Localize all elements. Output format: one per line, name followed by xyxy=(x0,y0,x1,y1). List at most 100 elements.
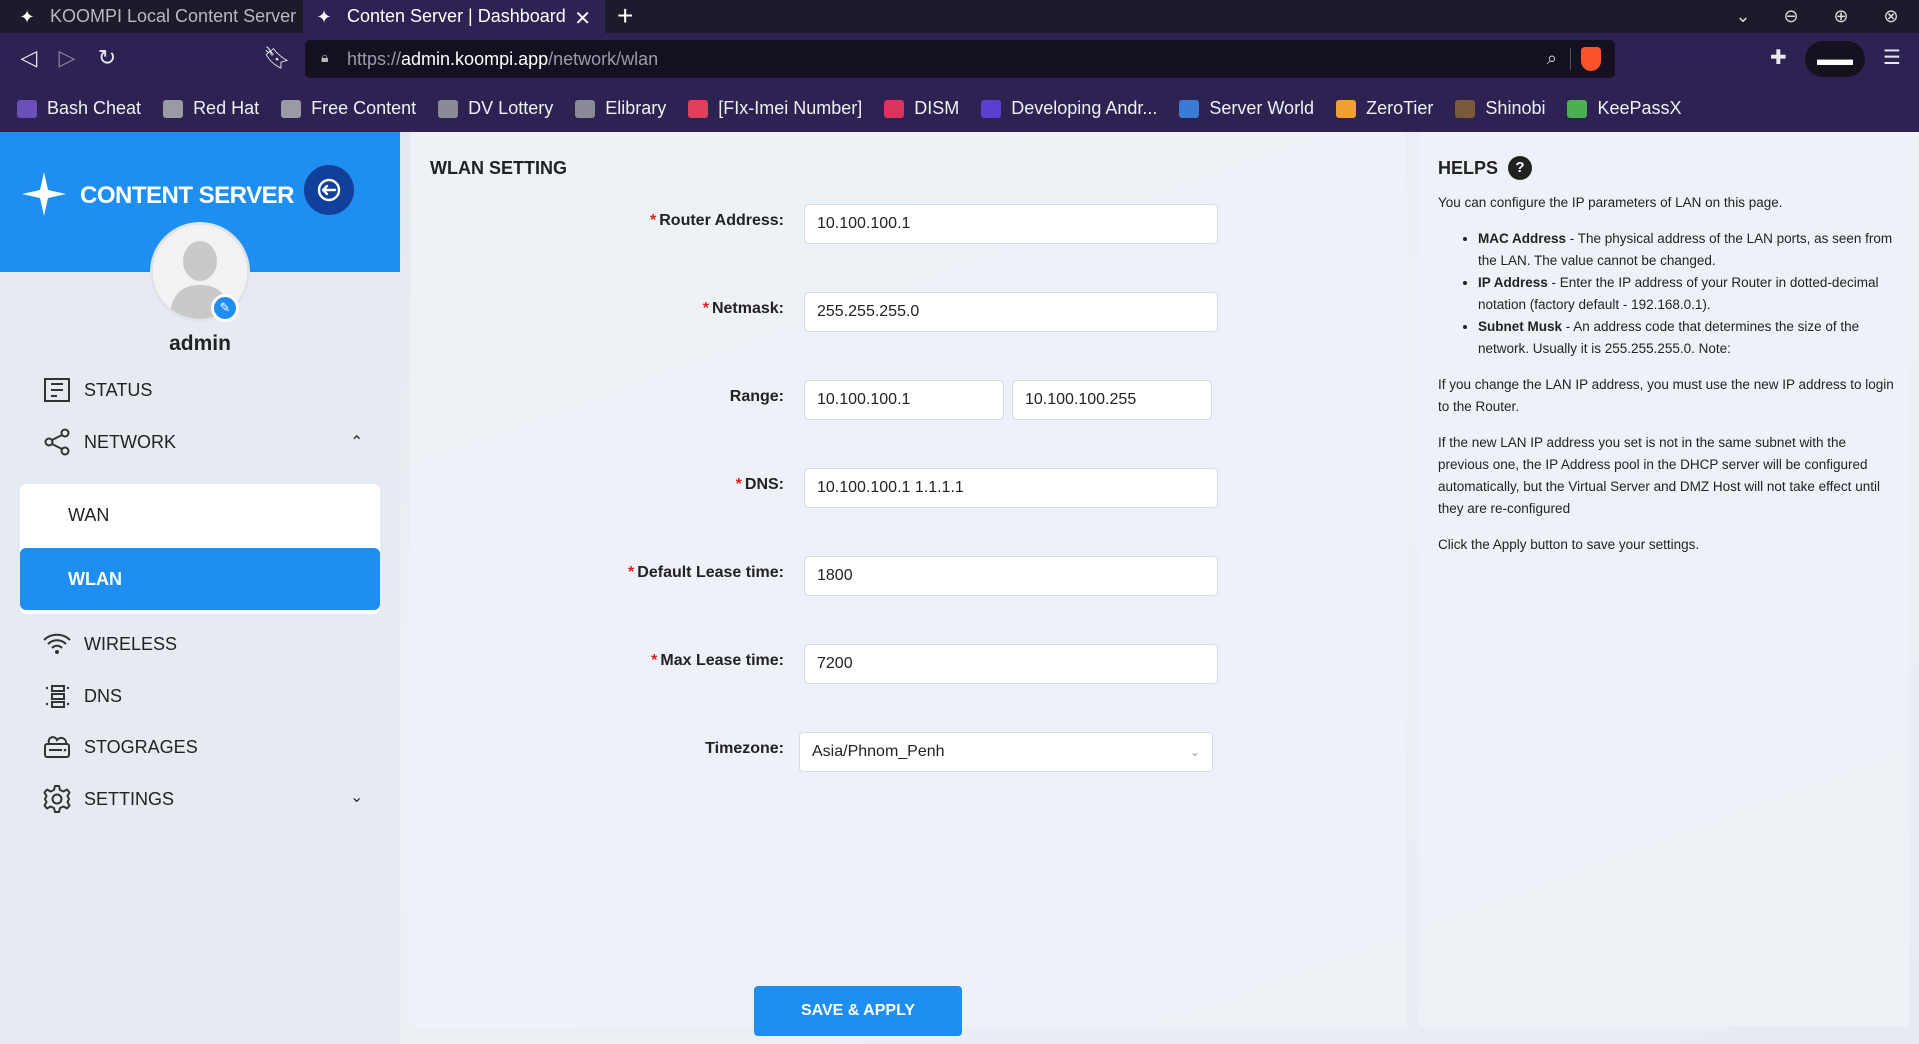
wlan-setting-panel: WLAN SETTING * Router Address: 10.100.100… xyxy=(410,132,1406,1027)
required-marker: * xyxy=(651,652,658,669)
help-list-item: MAC Address - The physical address of th… xyxy=(1478,228,1898,272)
bookmark-label: Server World xyxy=(1209,98,1315,118)
help-panel: HELPS ? You can configure the IP paramet… xyxy=(1419,132,1909,1027)
bookmark-label: DISM xyxy=(914,98,960,118)
minimize-icon[interactable]: ⊖ xyxy=(1781,6,1801,26)
default-lease-input[interactable]: 1800 xyxy=(804,556,1218,596)
address-bar[interactable]: 🔒︎ https://admin.koompi.app/network/wlan… xyxy=(305,40,1615,78)
maximize-icon[interactable]: ⊕ xyxy=(1831,6,1851,26)
window-close-icon[interactable]: ⊗ xyxy=(1881,6,1901,26)
bookmark-item[interactable]: Free Content xyxy=(281,98,416,119)
dns-input[interactable]: 10.100.100.1 1.1.1.1 xyxy=(804,468,1218,508)
tab-label: KOOMPI Local Content Server xyxy=(50,6,297,26)
app-container: CONTENT SERVER ✎ admin STATUS NETWORK ⌃ … xyxy=(0,132,1919,1044)
bookmark-label: ZeroTier xyxy=(1366,98,1434,118)
logout-button[interactable] xyxy=(304,165,354,215)
bookmark-item[interactable]: KeePassX xyxy=(1567,98,1682,119)
status-icon xyxy=(42,375,72,405)
sidebar-item-storages[interactable]: STOGRAGES xyxy=(42,727,198,767)
default-lease-label: * Default Lease time: xyxy=(628,564,784,581)
required-marker: * xyxy=(735,476,742,493)
range-start-input[interactable]: 10.100.100.1 xyxy=(804,380,1004,420)
network-submenu: WAN WLAN xyxy=(20,484,380,614)
key-icon xyxy=(1567,99,1588,118)
sidebar-item-network[interactable]: NETWORK xyxy=(42,422,176,462)
bookmark-label: [FIx-Imei Number] xyxy=(718,98,863,118)
back-icon[interactable]: ◁ xyxy=(14,43,44,73)
close-icon[interactable]: ✕ xyxy=(574,6,591,31)
netmask-input[interactable]: 255.255.255.0 xyxy=(804,292,1218,332)
bookmark-item[interactable]: ZeroTier xyxy=(1336,98,1433,119)
brave-shield-icon[interactable] xyxy=(1581,47,1601,71)
router-address-input[interactable]: 10.100.100.1 xyxy=(804,204,1218,244)
sidebar-item-wireless[interactable]: WIRELESS xyxy=(42,624,177,664)
bookmark-item[interactable]: Red Hat xyxy=(163,98,259,119)
question-icon: ? xyxy=(1508,156,1533,180)
sidebar-item-wlan[interactable]: WLAN xyxy=(20,548,380,610)
bookmark-icon[interactable]: 🔖︎ xyxy=(262,43,292,73)
content-server-logo-icon xyxy=(22,172,66,216)
bookmark-label: Shinobi xyxy=(1485,98,1546,118)
zoom-icon[interactable]: ⌕ xyxy=(1547,48,1557,69)
bookmarks-bar: Bash Cheat Red Hat Free Content DV Lottery E… xyxy=(0,85,1919,132)
udemy-icon xyxy=(981,99,1002,118)
sidebar-item-status[interactable]: STATUS xyxy=(42,370,152,410)
browser-tab-bar: ✦ KOOMPI Local Content Server ✦ Conten S… xyxy=(0,0,1919,33)
bookmark-item[interactable]: Elibrary xyxy=(575,98,666,119)
reload-icon[interactable]: ↻ xyxy=(92,43,122,73)
help-list: MAC Address - The physical address of th… xyxy=(1478,228,1898,360)
save-apply-button[interactable]: SAVE & APPLY xyxy=(754,986,962,1036)
tab-label: Conten Server | Dashboard xyxy=(347,6,566,26)
range-end-input[interactable]: 10.100.100.255 xyxy=(1012,380,1212,420)
bookmark-item[interactable]: [FIx-Imei Number] xyxy=(688,98,862,119)
bookmark-item[interactable]: DV Lottery xyxy=(438,98,553,119)
bookmark-item[interactable]: Shinobi xyxy=(1455,98,1545,119)
private-glasses-icon[interactable]: ▬▬ xyxy=(1805,41,1865,77)
wave-icon xyxy=(884,99,905,118)
menu-icon[interactable]: ☰ xyxy=(1883,45,1901,70)
tab-koompi-local[interactable]: ✦ KOOMPI Local Content Server xyxy=(0,0,303,33)
bookmark-item[interactable]: Server World xyxy=(1179,98,1314,119)
tool-icon xyxy=(688,99,709,118)
timezone-value: Asia/Phnom_Penh xyxy=(812,743,945,760)
bookmark-label: Free Content xyxy=(311,98,417,118)
wifi-icon xyxy=(42,629,72,659)
timezone-select[interactable]: Asia/Phnom_Penh ⌄ xyxy=(799,732,1213,772)
required-marker: * xyxy=(650,212,657,229)
timezone-label: Timezone: xyxy=(705,740,784,757)
globe-icon xyxy=(575,99,596,118)
help-title: HELPS ? xyxy=(1438,156,1533,180)
sidebar-item-settings[interactable]: SETTINGS xyxy=(42,779,174,819)
help-list-item: IP Address - Enter the IP address of you… xyxy=(1478,272,1898,316)
help-intro: You can configure the IP parameters of L… xyxy=(1438,195,1783,210)
new-tab-button[interactable]: + xyxy=(617,1,633,31)
sidebar-item-label: SETTINGS xyxy=(84,788,175,809)
chevron-down-icon[interactable]: ⌄ xyxy=(1733,6,1753,26)
logout-icon xyxy=(317,178,341,202)
chevron-down-icon[interactable]: ⌄ xyxy=(350,787,363,807)
tab-dashboard[interactable]: ✦ Conten Server | Dashboard ✕ xyxy=(303,0,605,33)
help-body: You can configure the IP parameters of L… xyxy=(1438,192,1898,570)
share-network-icon xyxy=(42,427,72,457)
sidebar-item-label: STOGRAGES xyxy=(84,736,198,757)
dns-label: * DNS: xyxy=(735,476,784,493)
folder-icon xyxy=(163,99,184,118)
chevron-down-icon: ⌄ xyxy=(1189,745,1200,759)
max-lease-input[interactable]: 7200 xyxy=(804,644,1218,684)
ninja-icon xyxy=(1455,99,1476,118)
sidebar-item-label: DNS xyxy=(84,685,123,706)
sidebar-item-wan[interactable]: WAN xyxy=(20,484,380,546)
bookmark-item[interactable]: Bash Cheat xyxy=(17,98,141,119)
sidebar-item-dns[interactable]: DNS xyxy=(42,676,122,716)
bookmark-label: Developing Andr... xyxy=(1011,98,1158,118)
forward-icon[interactable]: ▷ xyxy=(52,43,82,73)
netmask-label: * Netmask: xyxy=(702,300,784,317)
divider xyxy=(1570,48,1571,70)
bookmark-item[interactable]: Developing Andr... xyxy=(981,98,1157,119)
gear-icon xyxy=(42,784,72,814)
help-list-item: Subnet Musk - An address code that deter… xyxy=(1478,316,1898,360)
chevron-up-icon[interactable]: ⌃ xyxy=(350,432,363,452)
edit-avatar-icon[interactable]: ✎ xyxy=(211,294,239,322)
bookmark-item[interactable]: DISM xyxy=(884,98,959,119)
puzzle-icon[interactable]: ✚ xyxy=(1770,45,1787,70)
